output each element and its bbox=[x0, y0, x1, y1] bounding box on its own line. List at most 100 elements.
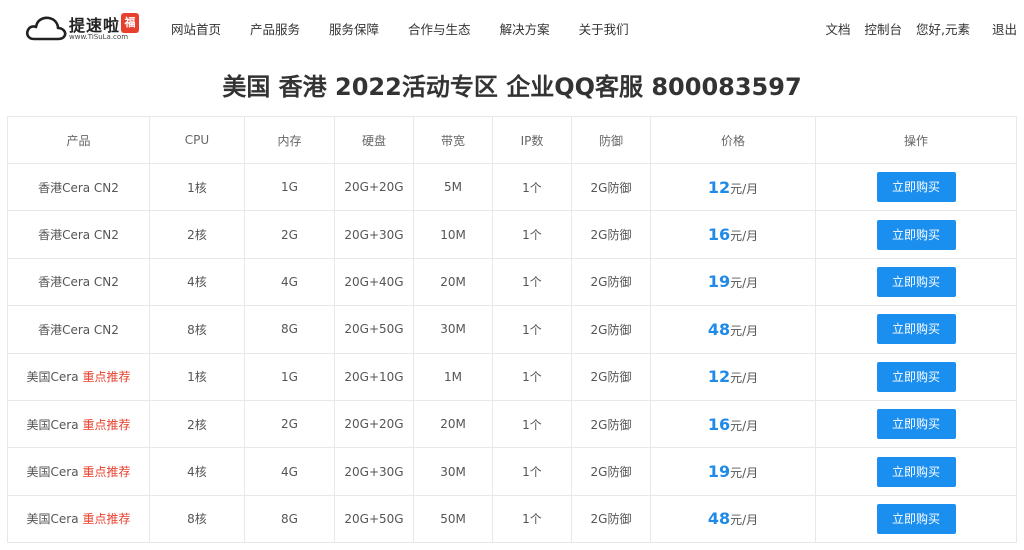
bandwidth-cell: 50M bbox=[413, 494, 493, 544]
price-cell: 19元/月 bbox=[650, 447, 816, 496]
cpu-cell: 4核 bbox=[149, 447, 245, 496]
cpu-cell: 1核 bbox=[149, 162, 245, 212]
table-row: 美国Cera 重点推荐 2核 2G 20G+20G 20M 1个 2G防御 16… bbox=[7, 399, 1017, 449]
ip-cell: 1个 bbox=[492, 257, 572, 307]
action-cell: 立即购买 bbox=[815, 305, 1017, 354]
console-link[interactable]: 控制台 bbox=[864, 19, 902, 38]
ddos-cell: 2G防御 bbox=[571, 399, 651, 449]
logo-badge: 福 bbox=[121, 13, 139, 33]
ram-cell: 4G bbox=[244, 447, 335, 496]
product-name: 美国Cera bbox=[26, 370, 79, 385]
buy-now-button[interactable]: 立即购买 bbox=[876, 172, 956, 203]
main-nav: 网站首页 产品服务 服务保障 合作与生态 解决方案 关于我们 bbox=[171, 19, 658, 38]
price-cell: 19元/月 bbox=[650, 257, 816, 307]
disk-cell: 20G+50G bbox=[334, 494, 414, 544]
ip-cell: 1个 bbox=[492, 494, 572, 544]
disk-cell: 20G+20G bbox=[334, 399, 414, 449]
price-unit: 元/月 bbox=[730, 323, 759, 338]
product-name: 香港Cera CN2 bbox=[38, 275, 119, 290]
user-greeting[interactable]: 您好,元素 bbox=[916, 19, 970, 38]
ram-cell: 4G bbox=[244, 257, 335, 307]
nav-item-support[interactable]: 服务保障 bbox=[329, 19, 379, 38]
action-cell: 立即购买 bbox=[815, 162, 1017, 212]
price-unit: 元/月 bbox=[730, 181, 759, 196]
buy-now-button[interactable]: 立即购买 bbox=[876, 314, 956, 345]
price-cell: 48元/月 bbox=[650, 305, 816, 354]
cpu-cell: 8核 bbox=[149, 305, 245, 354]
price-cell: 12元/月 bbox=[650, 162, 816, 212]
product-name: 美国Cera bbox=[26, 512, 79, 527]
ip-cell: 1个 bbox=[492, 210, 572, 259]
product-cell: 美国Cera 重点推荐 bbox=[7, 399, 150, 449]
ddos-cell: 2G防御 bbox=[571, 210, 651, 259]
action-cell: 立即购买 bbox=[815, 447, 1017, 496]
price-amount: 19 bbox=[707, 272, 731, 292]
price-amount: 16 bbox=[707, 225, 731, 245]
nav-item-about[interactable]: 关于我们 bbox=[579, 19, 629, 38]
cpu-cell: 2核 bbox=[149, 399, 245, 449]
ddos-cell: 2G防御 bbox=[571, 257, 651, 307]
bandwidth-cell: 10M bbox=[413, 210, 493, 259]
disk-cell: 20G+40G bbox=[334, 257, 414, 307]
price-unit: 元/月 bbox=[730, 371, 759, 386]
cpu-cell: 8核 bbox=[149, 494, 245, 544]
nav-item-home[interactable]: 网站首页 bbox=[171, 19, 221, 38]
price-amount: 12 bbox=[707, 177, 731, 197]
table-row: 香港Cera CN2 2核 2G 20G+30G 10M 1个 2G防御 16元… bbox=[7, 210, 1017, 259]
ddos-cell: 2G防御 bbox=[571, 352, 651, 401]
buy-now-button[interactable]: 立即购买 bbox=[876, 503, 956, 534]
recommend-tag: 重点推荐 bbox=[82, 417, 131, 432]
buy-now-button[interactable]: 立即购买 bbox=[876, 456, 956, 487]
product-name: 美国Cera bbox=[26, 465, 79, 480]
bandwidth-cell: 1M bbox=[413, 352, 493, 401]
product-cell: 美国Cera 重点推荐 bbox=[7, 352, 150, 401]
ram-cell: 1G bbox=[244, 352, 335, 401]
action-cell: 立即购买 bbox=[815, 257, 1017, 307]
plans-table-body: 香港Cera CN2 1核 1G 20G+20G 5M 1个 2G防御 12元/… bbox=[7, 162, 1017, 544]
product-name: 香港Cera CN2 bbox=[38, 228, 119, 243]
price-cell: 16元/月 bbox=[650, 210, 816, 259]
bandwidth-cell: 30M bbox=[413, 447, 493, 496]
nav-item-solutions[interactable]: 解决方案 bbox=[500, 19, 550, 38]
price-cell: 48元/月 bbox=[650, 494, 816, 544]
product-cell: 香港Cera CN2 bbox=[7, 210, 150, 259]
site-logo[interactable]: 提速啦 福 www.TiSuLa.com bbox=[25, 11, 143, 45]
action-cell: 立即购买 bbox=[815, 399, 1017, 449]
plans-table: 产品 CPU 内存 硬盘 带宽 IP数 防御 价格 操作 香港Cera CN2 … bbox=[7, 116, 1017, 544]
price-unit: 元/月 bbox=[730, 466, 759, 481]
col-header-action: 操作 bbox=[815, 116, 1017, 164]
table-row: 香港Cera CN2 1核 1G 20G+20G 5M 1个 2G防御 12元/… bbox=[7, 162, 1017, 212]
user-nav: 文档 控制台 您好,元素 退出 bbox=[811, 19, 1017, 38]
col-header-bandwidth: 带宽 bbox=[413, 116, 493, 164]
table-row: 香港Cera CN2 8核 8G 20G+50G 30M 1个 2G防御 48元… bbox=[7, 305, 1017, 354]
docs-link[interactable]: 文档 bbox=[825, 19, 850, 38]
price-amount: 16 bbox=[707, 414, 731, 434]
col-header-price: 价格 bbox=[650, 116, 816, 164]
logout-link[interactable]: 退出 bbox=[992, 19, 1017, 38]
price-unit: 元/月 bbox=[730, 276, 759, 291]
ram-cell: 8G bbox=[244, 305, 335, 354]
nav-item-products[interactable]: 产品服务 bbox=[250, 19, 300, 38]
logo-url: www.TiSuLa.com bbox=[69, 33, 129, 41]
action-cell: 立即购买 bbox=[815, 494, 1017, 544]
price-cell: 12元/月 bbox=[650, 352, 816, 401]
ip-cell: 1个 bbox=[492, 352, 572, 401]
table-row: 美国Cera 重点推荐 4核 4G 20G+30G 30M 1个 2G防御 19… bbox=[7, 447, 1017, 496]
col-header-ip: IP数 bbox=[492, 116, 572, 164]
site-header: 提速啦 福 www.TiSuLa.com 网站首页 产品服务 服务保障 合作与生… bbox=[0, 0, 1024, 56]
price-cell: 16元/月 bbox=[650, 399, 816, 449]
product-name: 香港Cera CN2 bbox=[38, 180, 119, 195]
nav-item-ecosystem[interactable]: 合作与生态 bbox=[408, 19, 471, 38]
action-cell: 立即购买 bbox=[815, 210, 1017, 259]
disk-cell: 20G+20G bbox=[334, 162, 414, 212]
buy-now-button[interactable]: 立即购买 bbox=[876, 266, 956, 297]
table-header-row: 产品 CPU 内存 硬盘 带宽 IP数 防御 价格 操作 bbox=[7, 116, 1017, 164]
action-cell: 立即购买 bbox=[815, 352, 1017, 401]
price-amount: 48 bbox=[707, 319, 731, 339]
buy-now-button[interactable]: 立即购买 bbox=[876, 361, 956, 392]
buy-now-button[interactable]: 立即购买 bbox=[876, 219, 956, 250]
bandwidth-cell: 20M bbox=[413, 257, 493, 307]
disk-cell: 20G+50G bbox=[334, 305, 414, 354]
recommend-tag: 重点推荐 bbox=[82, 512, 131, 527]
buy-now-button[interactable]: 立即购买 bbox=[876, 409, 956, 440]
